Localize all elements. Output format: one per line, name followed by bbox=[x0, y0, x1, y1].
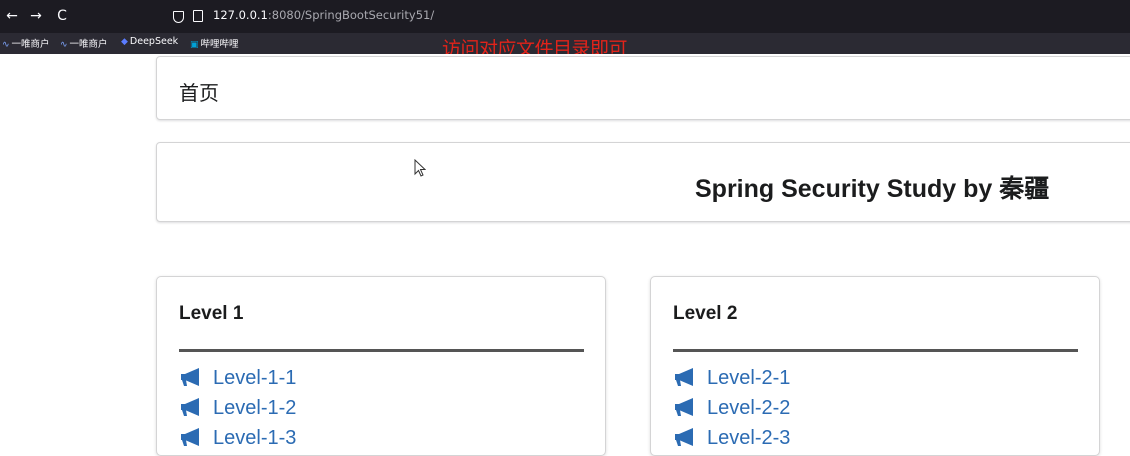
bookmark-icon: ∿ bbox=[2, 40, 10, 50]
page-title: Spring Security Study by 秦疆 bbox=[695, 175, 1050, 203]
bookmark-item[interactable]: ◆ DeepSeek bbox=[121, 36, 178, 47]
title-segment: Spring Security Study by 秦疆 bbox=[156, 142, 1130, 222]
level-1-1-link[interactable]: Level-1-1 bbox=[179, 367, 296, 390]
bookmark-item[interactable]: ▣ 哔哩哔哩 bbox=[190, 36, 239, 50]
shield-icon[interactable] bbox=[173, 11, 184, 23]
bookmark-item[interactable]: ∿ 一唯商户 bbox=[60, 36, 108, 50]
level-2-1-link[interactable]: Level-2-1 bbox=[673, 367, 790, 390]
level-2-card: Level 2 Level-2-1 Level-2-2 Level-2-3 bbox=[650, 276, 1100, 456]
browser-toolbar: ← → C 127.0.0.1:8080/SpringBootSecurity5… bbox=[0, 0, 1130, 33]
url-host: 127.0.0.1 bbox=[213, 8, 268, 22]
url-path: :8080/SpringBootSecurity51/ bbox=[267, 8, 435, 22]
bullhorn-icon bbox=[181, 368, 199, 386]
bilibili-icon: ▣ bbox=[190, 40, 199, 50]
deepseek-icon: ◆ bbox=[121, 37, 128, 47]
level-1-3-link[interactable]: Level-1-3 bbox=[179, 427, 296, 450]
bullhorn-icon bbox=[675, 428, 693, 446]
url-text[interactable]: 127.0.0.1:8080/SpringBootSecurity51/ bbox=[213, 8, 434, 22]
bullhorn-icon bbox=[675, 368, 693, 386]
back-icon[interactable]: ← bbox=[2, 6, 22, 26]
bullhorn-icon bbox=[675, 398, 693, 416]
level-2-2-link[interactable]: Level-2-2 bbox=[673, 397, 790, 420]
home-link[interactable]: 首页 bbox=[179, 77, 219, 106]
level-1-2-link[interactable]: Level-1-2 bbox=[179, 397, 296, 420]
nav-menu: 首页 bbox=[156, 56, 1130, 120]
bullhorn-icon bbox=[181, 428, 199, 446]
level-2-header: Level 2 bbox=[673, 303, 738, 324]
level-2-3-link[interactable]: Level-2-3 bbox=[673, 427, 790, 450]
forward-icon[interactable]: → bbox=[26, 6, 46, 26]
reload-icon[interactable]: C bbox=[52, 6, 72, 26]
bookmark-item[interactable]: ∿ 一唯商户 bbox=[2, 36, 50, 50]
page-content: 首页 Spring Security Study by 秦疆 Level 1 L… bbox=[0, 54, 1130, 456]
url-bar[interactable]: 127.0.0.1:8080/SpringBootSecurity51/ bbox=[165, 4, 1130, 29]
bullhorn-icon bbox=[181, 398, 199, 416]
mouse-cursor-icon bbox=[414, 159, 426, 177]
divider bbox=[179, 349, 584, 352]
level-1-card: Level 1 Level-1-1 Level-1-2 Level-1-3 bbox=[156, 276, 606, 456]
divider bbox=[673, 349, 1078, 352]
level-1-header: Level 1 bbox=[179, 303, 244, 324]
bookmark-icon: ∿ bbox=[60, 40, 68, 50]
page-icon[interactable] bbox=[193, 10, 203, 22]
